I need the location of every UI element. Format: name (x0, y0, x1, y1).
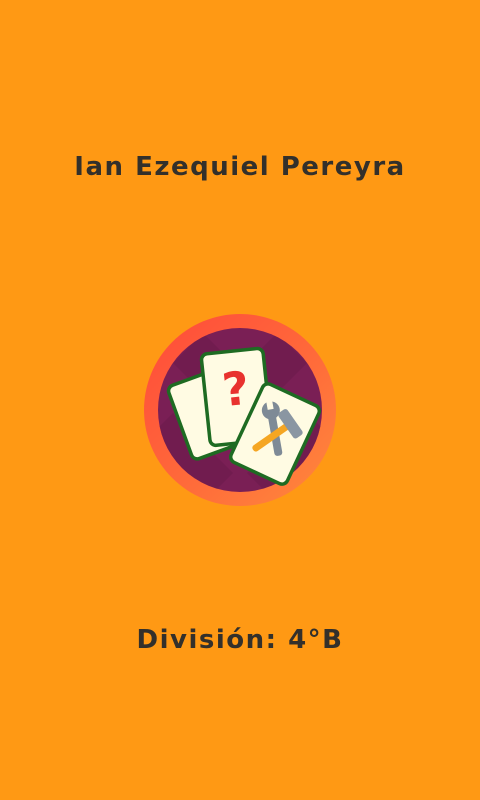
student-name: Ian Ezequiel Pereyra (74, 152, 406, 182)
app-logo: ? (143, 313, 337, 507)
svg-text:?: ? (220, 361, 252, 417)
division-label: División: 4°B (136, 625, 344, 655)
cards-question-tools-icon: ? (144, 314, 336, 506)
app-screen: Ian Ezequiel Pereyra ? División: 4°B (0, 0, 480, 800)
